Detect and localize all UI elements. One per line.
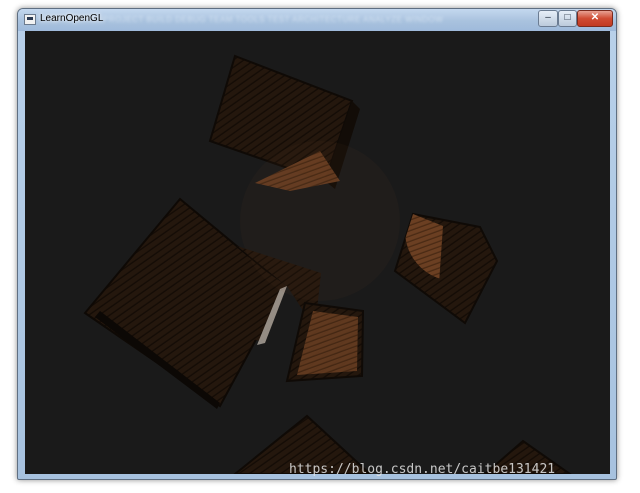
wooden-crate <box>393 212 499 325</box>
blurred-background-menu: PROJECT BUILD DEBUG TEAM TOOLS TEST ARCH… <box>103 15 444 24</box>
close-button[interactable]: ✕ <box>577 10 613 27</box>
wooden-crate <box>285 301 365 383</box>
minimize-button[interactable]: – <box>538 10 558 27</box>
spotlight-glow <box>240 141 400 301</box>
maximize-button[interactable]: □ <box>558 10 577 27</box>
watermark-text: https://blog.csdn.net/caitbe131421 <box>289 462 556 477</box>
app-window: LearnOpenGL PROJECT BUILD DEBUG TEAM TOO… <box>17 8 617 480</box>
title-bar[interactable]: LearnOpenGL PROJECT BUILD DEBUG TEAM TOO… <box>18 9 616 31</box>
scene-canvas <box>83 54 572 474</box>
window-title: LearnOpenGL <box>40 13 104 24</box>
opengl-viewport[interactable] <box>25 31 610 474</box>
app-icon <box>24 14 36 25</box>
